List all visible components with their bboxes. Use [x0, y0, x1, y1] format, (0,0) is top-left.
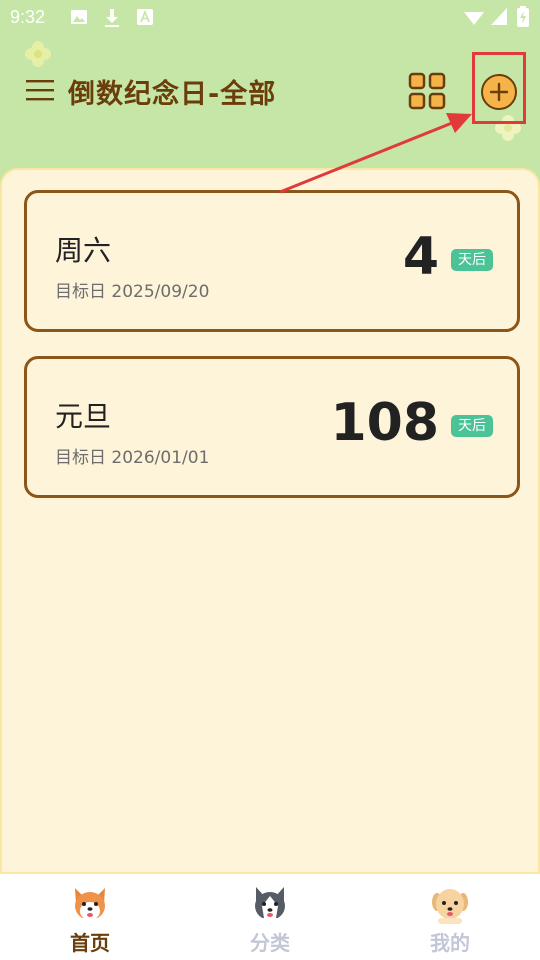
event-name: 元旦 [55, 400, 112, 433]
menu-icon[interactable] [26, 78, 54, 102]
event-card[interactable]: 周六 目标日 2025/09/20 4 天后 [24, 190, 520, 332]
corgi-icon [70, 884, 110, 924]
download-icon [105, 9, 119, 27]
event-date: 目标日 2025/09/20 [55, 282, 210, 302]
wifi-icon [464, 12, 484, 25]
battery-icon [517, 6, 529, 27]
bottom-nav: 首页 分类 我的 [0, 874, 540, 960]
add-event-button[interactable] [472, 52, 526, 124]
husky-icon [250, 884, 290, 924]
status-bar: 9:32 [0, 0, 540, 36]
days-after-badge: 天后 [451, 249, 493, 271]
image-icon [71, 10, 87, 24]
grid-view-icon[interactable] [408, 72, 446, 110]
text-icon [137, 9, 153, 25]
days-count: 4 [402, 227, 439, 287]
app-header: 倒数纪念日-全部 [0, 36, 540, 166]
page-title: 倒数纪念日-全部 [68, 79, 277, 110]
nav-label: 分类 [250, 931, 290, 955]
nav-tab-profile[interactable]: 我的 [390, 884, 510, 960]
days-count: 108 [330, 393, 439, 453]
event-card[interactable]: 元旦 目标日 2026/01/01 108 天后 [24, 356, 520, 498]
event-name: 周六 [55, 234, 112, 267]
nav-label: 首页 [70, 931, 110, 955]
days-after-badge: 天后 [451, 415, 493, 437]
event-list: 周六 目标日 2025/09/20 4 天后 元旦 目标日 2026/01/01… [0, 168, 540, 874]
golden-dog-icon [430, 884, 470, 924]
event-date: 目标日 2026/01/01 [55, 448, 210, 468]
status-time: 9:32 [10, 7, 46, 27]
signal-icon [491, 8, 507, 25]
nav-label: 我的 [430, 931, 470, 955]
nav-tab-category[interactable]: 分类 [210, 884, 330, 960]
nav-tab-home[interactable]: 首页 [30, 884, 150, 960]
plus-icon [481, 74, 517, 110]
